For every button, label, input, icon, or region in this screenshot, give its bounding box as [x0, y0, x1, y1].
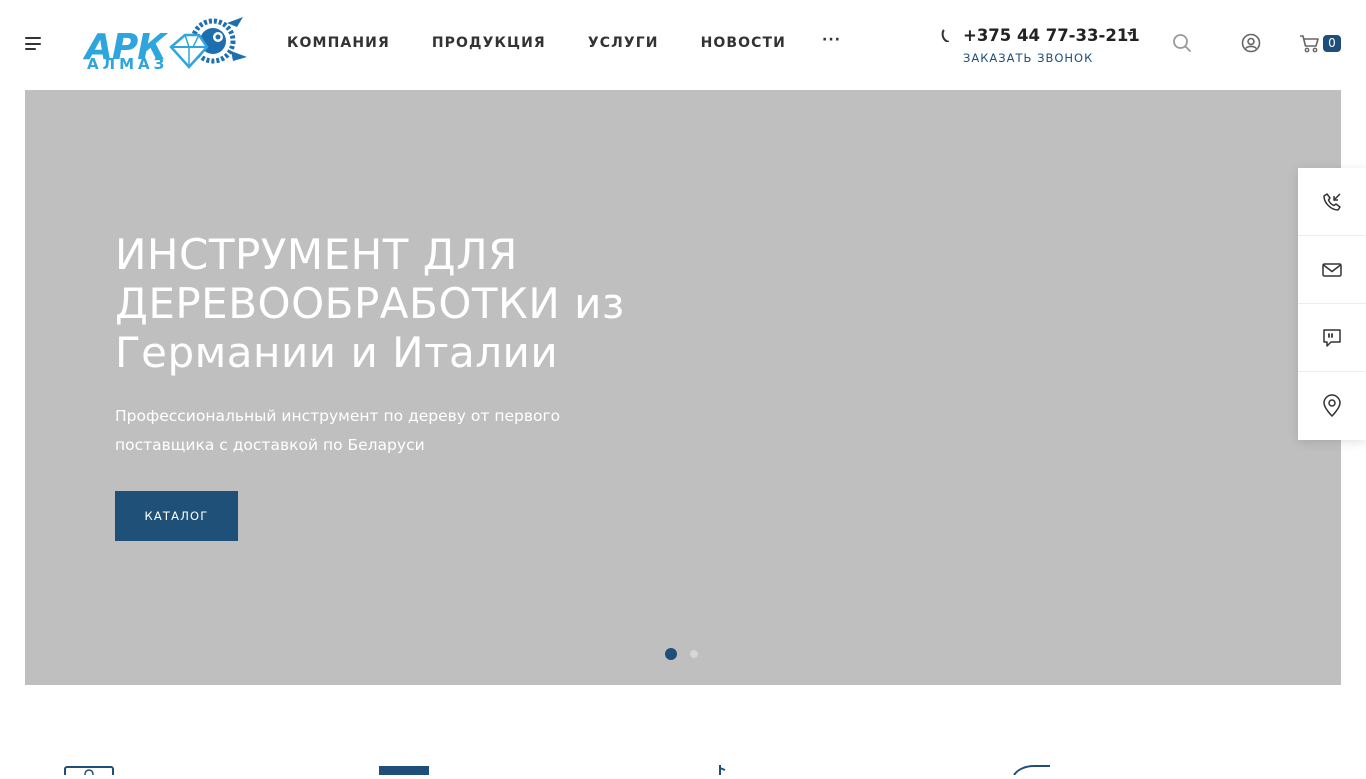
feature-delivery-icon — [1012, 760, 1052, 779]
side-mail-button[interactable] — [1298, 236, 1366, 304]
site-header: АРК АЛМАЗ КОМПАНИЯ ПРОДУКЦИЯ УСЛУГИ НОВО… — [0, 0, 1366, 90]
nav-item-news[interactable]: НОВОСТИ — [701, 35, 786, 51]
hero-subtitle: Профессиональный инструмент по дереву от… — [115, 407, 561, 454]
diamond-saw-logo-icon — [169, 17, 247, 69]
header-phone-number[interactable]: +375 44 77-33-211 — [963, 26, 1140, 45]
feature-card-icon — [64, 760, 114, 779]
catalog-button[interactable]: КАТАЛОГ — [115, 491, 238, 541]
feature-tool-icon — [712, 760, 732, 779]
order-callback-link[interactable]: ЗАКАЗАТЬ ЗВОНОК — [963, 51, 1093, 65]
user-account-icon[interactable] — [1241, 33, 1261, 57]
side-chat-button[interactable] — [1298, 304, 1366, 372]
nav-item-company[interactable]: КОМПАНИЯ — [287, 35, 390, 51]
hero-slider: ИНСТРУМЕНТ ДЛЯ ДЕРЕВООБРАБОТКИ из Герман… — [25, 90, 1341, 685]
chat-icon — [1323, 328, 1341, 347]
cart-count-badge: 0 — [1323, 35, 1341, 52]
slider-dot-active[interactable] — [665, 648, 677, 660]
side-location-button[interactable] — [1298, 372, 1366, 440]
main-nav: КОМПАНИЯ ПРОДУКЦИЯ УСЛУГИ НОВОСТИ ··· — [287, 32, 841, 51]
cart-icon[interactable] — [1299, 34, 1321, 58]
phone-icon — [941, 28, 949, 42]
slider-pagination — [665, 648, 711, 660]
side-callback-button[interactable] — [1298, 168, 1366, 236]
phone-dropdown-chevron-down-icon[interactable] — [1127, 32, 1133, 36]
nav-item-services[interactable]: УСЛУГИ — [588, 35, 659, 51]
hero-title: ИНСТРУМЕНТ ДЛЯ ДЕРЕВООБРАБОТКИ из Герман… — [115, 230, 625, 377]
mail-icon — [1322, 262, 1342, 277]
search-icon[interactable] — [1172, 33, 1192, 57]
location-pin-icon — [1323, 394, 1341, 418]
slider-dot[interactable] — [690, 650, 698, 658]
phone-callback-icon — [1323, 192, 1341, 211]
site-logo[interactable]: АРК АЛМАЗ — [85, 17, 247, 73]
floating-contact-panel — [1298, 168, 1366, 440]
nav-item-products[interactable]: ПРОДУКЦИЯ — [432, 35, 546, 51]
menu-burger-icon[interactable] — [25, 37, 41, 50]
logo-sub-text: АЛМАЗ — [87, 55, 169, 73]
feature-document-icon — [379, 760, 429, 779]
nav-more-icon[interactable]: ··· — [822, 32, 841, 48]
